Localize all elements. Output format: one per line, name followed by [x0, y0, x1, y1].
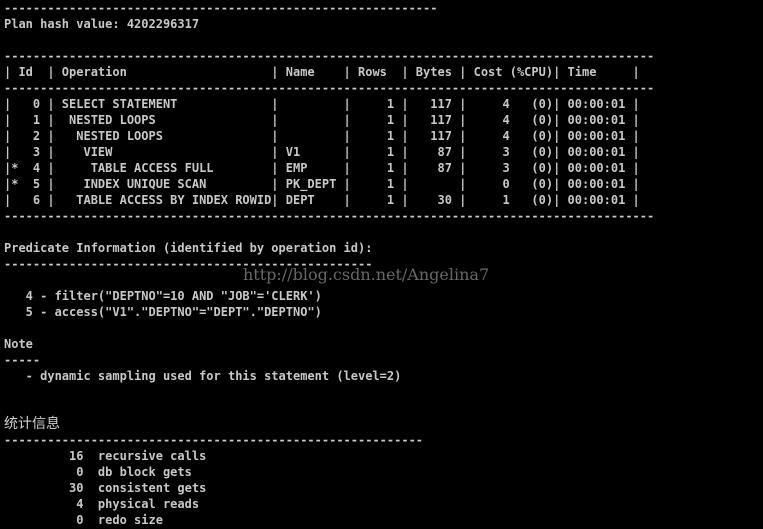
console-line: |* 5 | INDEX UNIQUE SCAN | PK_DEPT | 1 |… [4, 177, 640, 191]
console-line: 30 consistent gets [4, 481, 207, 495]
console-line: | 0 | SELECT STATEMENT | | 1 | 117 | 4 (… [4, 97, 640, 111]
console-line: |* 4 | TABLE ACCESS FULL | EMP | 1 | 87 … [4, 161, 640, 175]
console-line: | 1 | NESTED LOOPS | | 1 | 117 | 4 (0)| … [4, 113, 640, 127]
console-line: | 3 | VIEW | V1 | 1 | 87 | 3 (0)| 00:00:… [4, 145, 640, 159]
console-line: Plan hash value: 4202296317 [4, 17, 200, 31]
sql-console-output[interactable]: ----------------------------------------… [0, 0, 763, 529]
console-line: Note [4, 337, 33, 351]
console-line: ----------------------------------------… [4, 209, 655, 223]
console-line: ----- [4, 353, 41, 367]
console-line: 5 - access("V1"."DEPTNO"="DEPT"."DEPTNO"… [4, 305, 322, 319]
console-line: | 2 | NESTED LOOPS | | 1 | 117 | 4 (0)| … [4, 129, 640, 143]
console-line: 16 recursive calls [4, 449, 207, 463]
console-line: - dynamic sampling used for this stateme… [4, 369, 402, 383]
console-line: Predicate Information (identified by ope… [4, 241, 373, 255]
console-line: ----------------------------------------… [4, 81, 655, 95]
console-line: | 6 | TABLE ACCESS BY INDEX ROWID| DEPT … [4, 193, 640, 207]
console-line: ----------------------------------------… [4, 49, 655, 63]
console-line: 统计信息 [4, 416, 60, 432]
console-line: ----------------------------------------… [4, 433, 424, 447]
console-line: 0 db block gets [4, 465, 192, 479]
console-line: ----------------------------------------… [4, 1, 438, 15]
console-line: 4 physical reads [4, 497, 200, 511]
console-line: | Id | Operation | Name | Rows | Bytes |… [4, 65, 640, 79]
watermark-text: http://blog.csdn.net/Angelina7 [243, 265, 490, 284]
console-line: 0 redo size [4, 513, 163, 527]
console-line: 4 - filter("DEPTNO"=10 AND "JOB"='CLERK'… [4, 289, 322, 303]
